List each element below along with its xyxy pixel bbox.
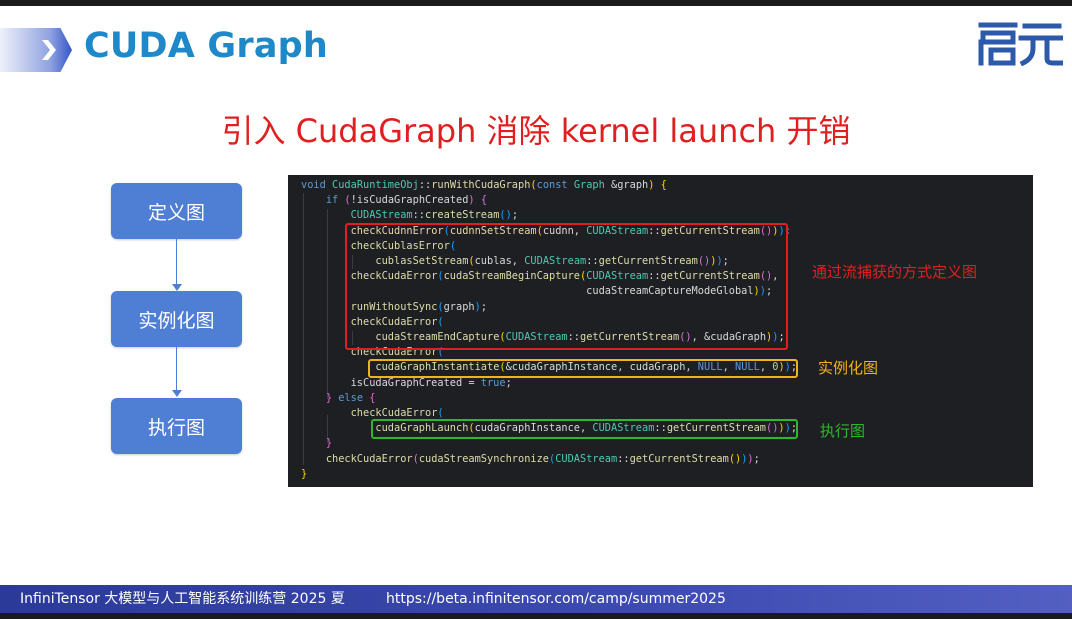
launch-annotation: 执行图: [820, 422, 866, 440]
code-line: } else {: [325, 391, 376, 404]
flow-step-instantiate-graph: 实例化图: [111, 291, 242, 347]
flow-arrow-head: [172, 284, 182, 291]
code-panel: void CudaRuntimeObj::runWithCudaGraph(co…: [288, 175, 1033, 487]
code-line: }: [301, 467, 308, 480]
footer-program: InfiniTensor 大模型与人工智能系统训练营 2025 夏: [20, 591, 345, 607]
code-line: }: [325, 437, 333, 450]
footer-bar: InfiniTensor 大模型与人工智能系统训练营 2025 夏 https:…: [0, 585, 1072, 613]
flow-arrow-line: [176, 239, 177, 284]
flow-step-define-graph: 定义图: [111, 183, 242, 239]
capture-annotation: 通过流捕获的方式定义图: [812, 263, 978, 281]
flow-arrow-head: [172, 390, 182, 397]
chevron-right-icon: [42, 40, 56, 60]
qiyuan-logo-icon: [978, 22, 1063, 66]
slide-title: CUDA Graph: [84, 26, 329, 66]
code-line: isCudaGraphCreated = true;: [301, 376, 512, 389]
flow-arrow-line: [176, 347, 177, 390]
bottom-border: [0, 613, 1072, 619]
code-line: if (!isCudaGraphCreated) {: [325, 194, 488, 207]
code-line: CUDAStream::createStream();: [350, 209, 519, 222]
code-line: void CudaRuntimeObj::runWithCudaGraph(co…: [301, 179, 667, 191]
instantiate-annotation: 实例化图: [818, 359, 879, 377]
headline: 引入 CudaGraph 消除 kernel launch 开销: [221, 112, 851, 150]
title-accent-band: [0, 28, 72, 72]
launch-highlight-box: [371, 419, 798, 439]
top-border: [0, 0, 1072, 6]
flow-step-execute-graph: 执行图: [111, 398, 242, 454]
footer-url[interactable]: https://beta.infinitensor.com/camp/summe…: [386, 585, 726, 613]
code-line: checkCudaError(: [350, 407, 444, 420]
capture-highlight-box: [345, 223, 788, 350]
code-line: checkCudaError(cudaStreamSynchronize(CUD…: [325, 452, 760, 465]
instantiate-highlight-box: [368, 359, 798, 378]
